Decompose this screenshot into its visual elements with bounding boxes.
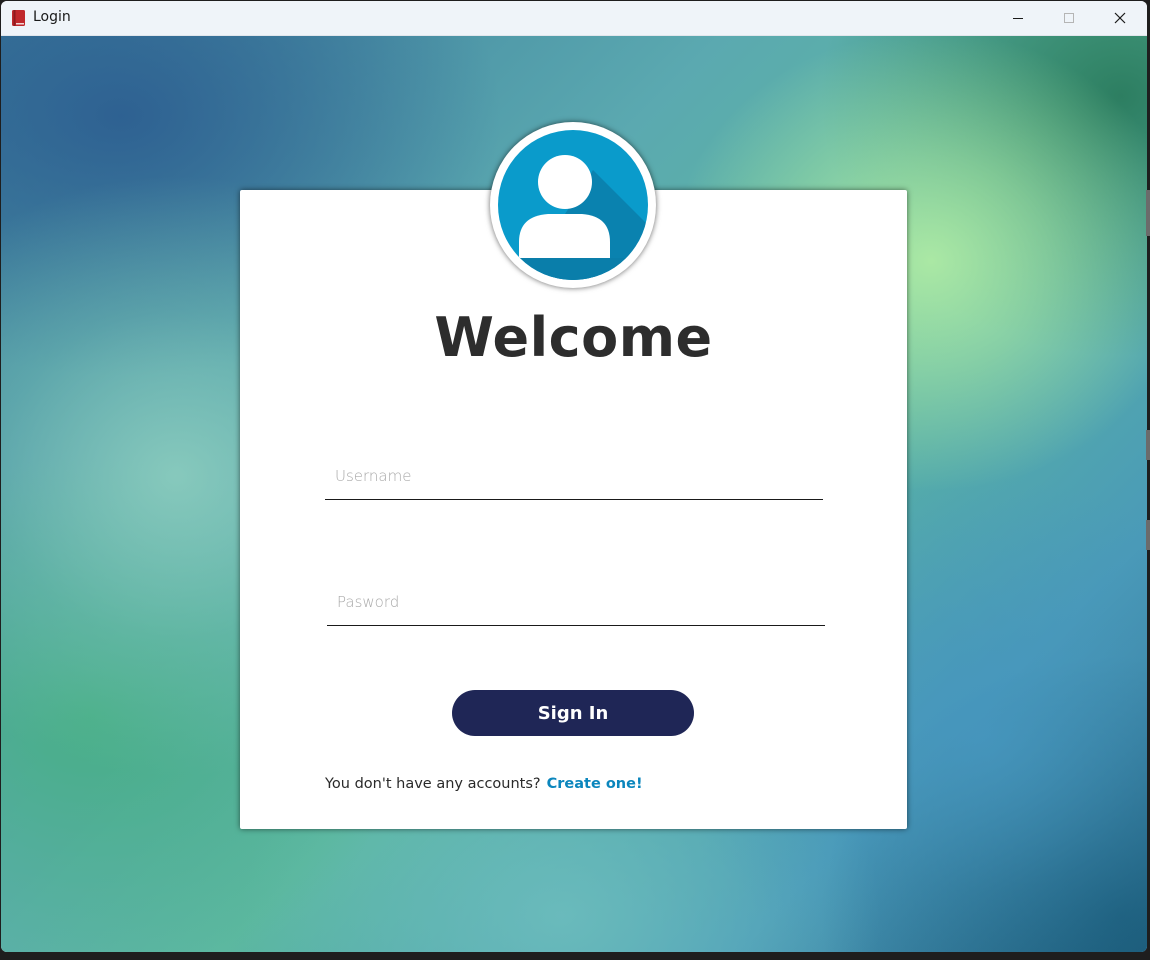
sign-in-button[interactable]: Sign In xyxy=(452,690,694,736)
create-account-link[interactable]: Create one! xyxy=(547,776,643,792)
username-input[interactable] xyxy=(325,453,823,499)
window-edge-mark xyxy=(1146,190,1150,236)
maximize-button[interactable] xyxy=(1046,1,1092,35)
user-avatar-icon xyxy=(498,130,648,280)
create-account-row: You don't have any accounts? Create one! xyxy=(325,776,643,792)
password-field[interactable] xyxy=(327,579,825,626)
window-edge-mark xyxy=(1146,430,1150,460)
close-icon xyxy=(1114,12,1126,24)
background-area: Welcome Sign In You don't have any accou… xyxy=(1,36,1147,952)
title-bar[interactable]: Login xyxy=(1,1,1147,36)
red-book-icon xyxy=(12,10,25,26)
window-edge-mark xyxy=(1146,520,1150,550)
login-window: Login Welcome Sig xyxy=(1,1,1147,952)
no-account-text: You don't have any accounts? xyxy=(325,776,541,792)
avatar xyxy=(490,122,656,288)
welcome-heading: Welcome xyxy=(434,306,713,369)
minimize-icon xyxy=(1013,17,1023,20)
password-input[interactable] xyxy=(327,579,825,625)
close-button[interactable] xyxy=(1097,1,1143,35)
maximize-icon xyxy=(1064,13,1074,23)
username-field[interactable] xyxy=(325,453,823,500)
minimize-button[interactable] xyxy=(995,1,1041,35)
window-title: Login xyxy=(33,9,71,25)
